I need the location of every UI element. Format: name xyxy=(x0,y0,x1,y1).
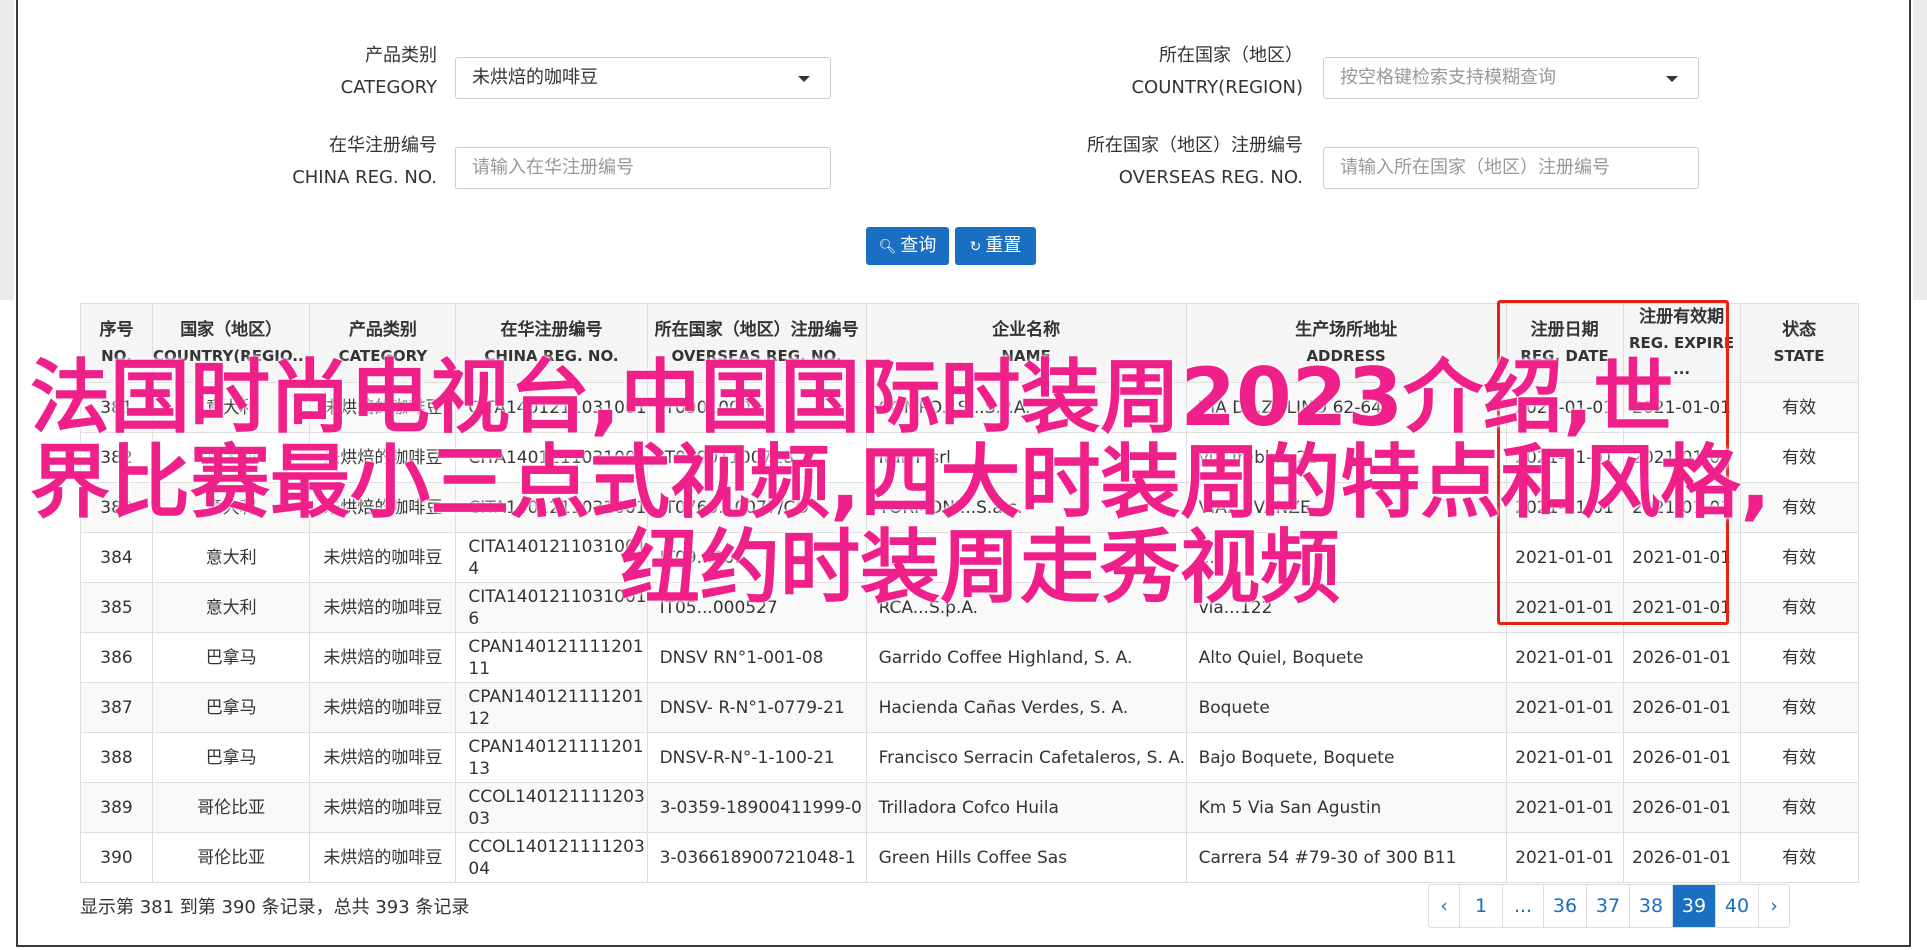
cell-reg-date: 2021-01-01 xyxy=(1505,682,1624,733)
chevron-down-icon xyxy=(798,76,810,82)
cell-reg-date: 2021-01-01 xyxy=(1505,732,1624,783)
cell-name: Trilladora Cofco Huila xyxy=(865,782,1187,833)
cell-country: 哥伦比亚 xyxy=(151,832,311,883)
cell-state: 有效 xyxy=(1739,632,1859,683)
cell-state: 有效 xyxy=(1739,732,1859,783)
cell-name: Green Hills Coffee Sas xyxy=(865,832,1187,883)
refresh-icon: ↻ xyxy=(969,239,982,255)
pager-page[interactable]: 38 xyxy=(1629,885,1672,927)
china-reg-label: 在华注册编号 CHINA REG. NO. xyxy=(292,135,437,188)
cell-overseas-reg: DNSV- R-N°1-0779-21 xyxy=(646,682,867,733)
cell-category: 未烘焙的咖啡豆 xyxy=(309,782,457,833)
cell-country: 巴拿马 xyxy=(151,732,311,783)
search-button[interactable]: 🔍︎ 查询 xyxy=(866,227,949,265)
reset-button[interactable]: ↻ 重置 xyxy=(955,227,1036,265)
cell-reg-date: 2021-01-01 xyxy=(1505,782,1624,833)
cell-no: 387 xyxy=(80,682,153,733)
cell-state: 有效 xyxy=(1739,832,1859,883)
table-row[interactable]: 389 哥伦比亚 未烘焙的咖啡豆 CCOL140121111203 03 3-0359-… xyxy=(80,782,1859,833)
cell-country: 巴拿马 xyxy=(151,632,311,683)
cell-china-reg: CPAN140121111201 12 xyxy=(455,682,648,733)
pager-page[interactable]: 39 xyxy=(1672,885,1715,927)
overseas-reg-label: 所在国家（地区）注册编号 OVERSEAS REG. NO. xyxy=(1087,135,1303,188)
overlay-caption: 法国时尚电视台,中国国际时装周2023介绍,世 界比赛最小三点式视频,四大时装周… xyxy=(30,355,1890,610)
china-reg-input[interactable]: 请输入在华注册编号 xyxy=(455,147,831,189)
cell-no: 390 xyxy=(80,832,153,883)
cell-china-reg: CPAN140121111201 13 xyxy=(455,732,648,783)
left-scrollbar[interactable] xyxy=(0,0,14,300)
cell-overseas-reg: DNSV RN°1-001-08 xyxy=(646,632,867,683)
cell-category: 未烘焙的咖啡豆 xyxy=(309,832,457,883)
cell-address: Alto Quiel, Boquete xyxy=(1185,632,1507,683)
cell-overseas-reg: 3-0359-18900411999-0 xyxy=(646,782,867,833)
overseas-reg-input[interactable]: 请输入所在国家（地区）注册编号 xyxy=(1323,147,1699,189)
country-label: 所在国家（地区） COUNTRY(REGION) xyxy=(1131,45,1303,98)
cell-overseas-reg: 3-036618900721048-1 xyxy=(646,832,867,883)
cell-address: Bajo Boquete, Boquete xyxy=(1185,732,1507,783)
search-icon: 🔍︎ xyxy=(878,239,897,255)
pagination-summary: 显示第 381 到第 390 条记录，总共 393 条记录 xyxy=(80,897,470,918)
cell-reg-date: 2021-01-01 xyxy=(1505,632,1624,683)
cell-state: 有效 xyxy=(1739,682,1859,733)
country-select[interactable]: 按空格键检索支持模糊查询 xyxy=(1323,57,1699,99)
cell-category: 未烘焙的咖啡豆 xyxy=(309,732,457,783)
right-scrollbar[interactable] xyxy=(1913,0,1927,300)
cell-reg-date: 2021-01-01 xyxy=(1505,832,1624,883)
table-row[interactable]: 388 巴拿马 未烘焙的咖啡豆 CPAN140121111201 13 DNSV-R-N… xyxy=(80,732,1859,783)
cell-china-reg: CCOL140121111203 03 xyxy=(455,782,648,833)
cell-country: 哥伦比亚 xyxy=(151,782,311,833)
pager-next[interactable]: › xyxy=(1758,885,1789,927)
cell-no: 389 xyxy=(80,782,153,833)
pagination: ‹ 1... 36 37 38 39 40 › xyxy=(1428,884,1790,928)
cell-address: Km 5 Via San Agustin xyxy=(1185,782,1507,833)
cell-expire: 2026-01-01 xyxy=(1622,782,1741,833)
table-row[interactable]: 386 巴拿马 未烘焙的咖啡豆 CPAN140121111201 11 DNSV RN°… xyxy=(80,632,1859,683)
table-row[interactable]: 390 哥伦比亚 未烘焙的咖啡豆 CCOL140121111203 04 3-03661… xyxy=(80,832,1859,883)
cell-expire: 2026-01-01 xyxy=(1622,682,1741,733)
cell-country: 巴拿马 xyxy=(151,682,311,733)
pager-prev[interactable]: ‹ xyxy=(1429,885,1459,927)
cell-state: 有效 xyxy=(1739,782,1859,833)
pager-page[interactable]: 40 xyxy=(1715,885,1758,927)
cell-china-reg: CCOL140121111203 04 xyxy=(455,832,648,883)
category-select[interactable]: 未烘焙的咖啡豆 xyxy=(455,57,831,99)
table-row[interactable]: 387 巴拿马 未烘焙的咖啡豆 CPAN140121111201 12 DNSV- R-… xyxy=(80,682,1859,733)
pager-page[interactable]: 36 xyxy=(1543,885,1586,927)
cell-no: 388 xyxy=(80,732,153,783)
cell-category: 未烘焙的咖啡豆 xyxy=(309,632,457,683)
cell-name: Hacienda Cañas Verdes, S. A. xyxy=(865,682,1187,733)
cell-name: Garrido Coffee Highland, S. A. xyxy=(865,632,1187,683)
cell-category: 未烘焙的咖啡豆 xyxy=(309,682,457,733)
cell-china-reg: CPAN140121111201 11 xyxy=(455,632,648,683)
pager-page[interactable]: 1 xyxy=(1459,885,1502,927)
overlay-line-2: 界比赛最小三点式视频,四大时装周的特点和风格, xyxy=(30,436,1771,529)
overlay-line-3: 纽约时装周走秀视频 xyxy=(620,521,1340,614)
cell-no: 386 xyxy=(80,632,153,683)
pager-page[interactable]: ... xyxy=(1502,885,1543,927)
cell-address: Carrera 54 #79-30 of 300 B11 xyxy=(1185,832,1507,883)
cell-expire: 2026-01-01 xyxy=(1622,632,1741,683)
cell-name: Francisco Serracin Cafetaleros, S. A. xyxy=(865,732,1187,783)
pager-page[interactable]: 37 xyxy=(1586,885,1629,927)
category-label: 产品类别 CATEGORY xyxy=(340,45,437,98)
overlay-line-1: 法国时尚电视台,中国国际时装周2023介绍,世 xyxy=(30,351,1674,444)
cell-expire: 2026-01-01 xyxy=(1622,832,1741,883)
cell-overseas-reg: DNSV-R-N°-1-100-21 xyxy=(646,732,867,783)
cell-expire: 2026-01-01 xyxy=(1622,732,1741,783)
cell-address: Boquete xyxy=(1185,682,1507,733)
chevron-down-icon xyxy=(1666,76,1678,82)
